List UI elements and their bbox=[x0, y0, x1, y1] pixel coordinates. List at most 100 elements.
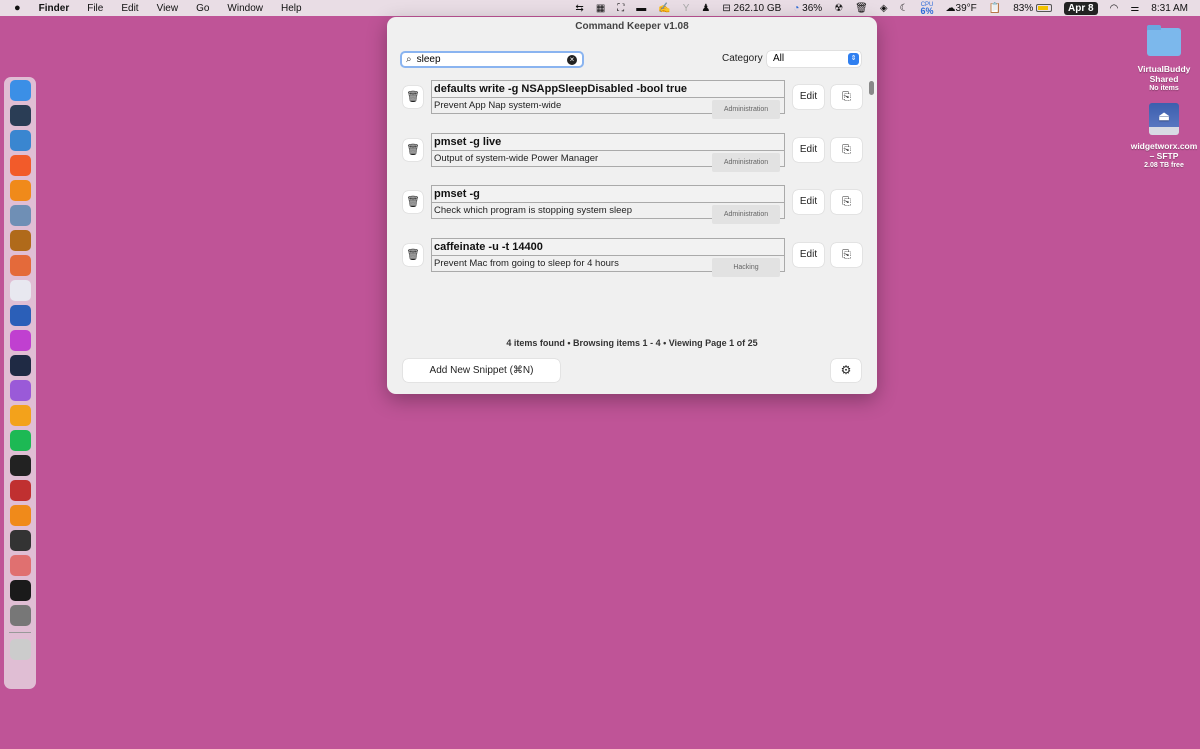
moon-icon[interactable]: ☾ bbox=[900, 3, 909, 14]
trash-icon[interactable]: 🗑 bbox=[855, 3, 868, 14]
dock-app-icon[interactable] bbox=[9, 555, 31, 576]
copy-button[interactable]: ⎘ bbox=[831, 85, 862, 109]
dock-app-icon[interactable] bbox=[9, 105, 31, 126]
menu-app-name[interactable]: Finder bbox=[39, 3, 70, 14]
dock-app-icon[interactable] bbox=[9, 155, 31, 176]
delete-button[interactable]: 🗑 bbox=[403, 138, 423, 161]
edit-button[interactable]: Edit bbox=[793, 85, 824, 109]
menu-edit[interactable]: Edit bbox=[121, 3, 138, 14]
add-snippet-button[interactable]: Add New Snippet (⌘N) bbox=[403, 359, 560, 382]
dock-app-icon[interactable] bbox=[9, 430, 31, 451]
cpu-status[interactable]: CPU 6% bbox=[921, 2, 934, 16]
copy-button[interactable]: ⎘ bbox=[831, 137, 862, 162]
dock-app-icon[interactable] bbox=[9, 80, 31, 101]
dock-app-icon[interactable] bbox=[9, 280, 31, 301]
weather-status[interactable]: ☁39°F bbox=[946, 3, 977, 14]
snippet-command[interactable]: pmset -g bbox=[432, 186, 784, 203]
dock-app-icon[interactable] bbox=[9, 230, 31, 251]
signature-icon[interactable]: ✍ bbox=[658, 3, 670, 14]
trash-icon: 🗑 bbox=[406, 91, 420, 103]
trash-icon: 🗑 bbox=[406, 248, 420, 261]
calendar-icon[interactable]: ▦ bbox=[596, 3, 605, 14]
dock-app-icon[interactable] bbox=[9, 330, 31, 351]
snippet-description: Prevent Mac from going to sleep for 4 ho… bbox=[434, 257, 619, 269]
trash-dock-icon[interactable] bbox=[9, 639, 31, 660]
sync-icon[interactable]: ⇆ bbox=[575, 3, 583, 14]
dock-app-icon[interactable] bbox=[9, 605, 31, 626]
dock-app-icon[interactable] bbox=[9, 180, 31, 201]
clear-search-icon[interactable]: × bbox=[567, 55, 577, 65]
dock bbox=[4, 77, 36, 689]
menu-bar: ● Finder File Edit View Go Window Help ⇆… bbox=[0, 0, 1200, 16]
snippet-row: 🗑 caffeinate -u -t 14400 Prevent Mac fro… bbox=[403, 237, 863, 277]
trash-icon: 🗑 bbox=[406, 143, 420, 156]
chevron-updown-icon: ⇕ bbox=[848, 53, 859, 65]
edit-button[interactable]: Edit bbox=[793, 242, 824, 267]
delete-button[interactable]: 🗑 bbox=[403, 191, 423, 213]
menu-go[interactable]: Go bbox=[196, 3, 209, 14]
dock-app-icon[interactable] bbox=[9, 580, 31, 601]
clock[interactable]: 8:31 AM bbox=[1151, 3, 1188, 14]
tea-icon[interactable]: ♟ bbox=[701, 3, 710, 14]
screenshot-icon[interactable]: ⛶ bbox=[617, 3, 624, 14]
dock-app-icon[interactable] bbox=[9, 455, 31, 476]
diamond-icon[interactable]: ◈ bbox=[880, 3, 888, 14]
battery-status[interactable]: 83% bbox=[1013, 3, 1053, 14]
clipboard-icon[interactable]: 📋 bbox=[989, 3, 1001, 14]
desktop-item-sftp-drive[interactable]: ⏏ widgetworx.com – SFTP 2.08 TB free bbox=[1129, 103, 1199, 171]
dock-app-icon[interactable] bbox=[9, 480, 31, 501]
copy-button[interactable]: ⎘ bbox=[831, 242, 862, 267]
radiation-icon[interactable]: ☢ bbox=[834, 3, 843, 14]
dock-app-icon[interactable] bbox=[9, 130, 31, 151]
menu-window[interactable]: Window bbox=[227, 3, 263, 14]
apple-menu-icon[interactable]: ● bbox=[14, 2, 21, 14]
snippet-command[interactable]: defaults write -g NSAppSleepDisabled -bo… bbox=[432, 81, 784, 98]
copy-button[interactable]: ⎘ bbox=[831, 190, 862, 214]
menu-help[interactable]: Help bbox=[281, 3, 302, 14]
dock-app-icon[interactable] bbox=[9, 405, 31, 426]
menu-view[interactable]: View bbox=[157, 3, 179, 14]
desktop-item-info: No items bbox=[1149, 85, 1179, 92]
date-badge[interactable]: Apr 8 bbox=[1064, 1, 1098, 15]
dock-app-icon[interactable] bbox=[9, 305, 31, 326]
trash-icon: 🗑 bbox=[406, 196, 420, 208]
delete-button[interactable]: 🗑 bbox=[403, 243, 423, 266]
edit-button[interactable]: Edit bbox=[793, 137, 824, 162]
category-select[interactable]: All ⇕ bbox=[767, 51, 861, 67]
dock-app-icon[interactable] bbox=[9, 355, 31, 376]
snippet-row: 🗑 defaults write -g NSAppSleepDisabled -… bbox=[403, 80, 863, 119]
search-input[interactable]: ⌕ sleep × bbox=[400, 51, 584, 68]
category-label: Category bbox=[722, 53, 763, 64]
snippet-box: pmset -g Check which program is stopping… bbox=[431, 185, 785, 224]
category-tag: Administration bbox=[712, 205, 780, 224]
control-center-icon[interactable]: ⚌ bbox=[1130, 3, 1139, 14]
delete-button[interactable]: 🗑 bbox=[403, 86, 423, 108]
folder-icon bbox=[1147, 25, 1181, 56]
copy-icon: ⎘ bbox=[842, 91, 851, 103]
category-tag: Administration bbox=[712, 152, 780, 172]
results-status: 4 items found • Browsing items 1 - 4 • V… bbox=[506, 338, 758, 348]
dock-app-icon[interactable] bbox=[9, 380, 31, 401]
category-tag: Administration bbox=[712, 100, 780, 119]
snippet-command[interactable]: caffeinate -u -t 14400 bbox=[432, 238, 784, 256]
dock-app-icon[interactable] bbox=[9, 255, 31, 276]
dock-app-icon[interactable] bbox=[9, 530, 31, 551]
menu-file[interactable]: File bbox=[87, 3, 103, 14]
drive-icon[interactable]: ▬ bbox=[636, 3, 646, 14]
dock-app-icon[interactable] bbox=[9, 205, 31, 226]
desktop-item-folder[interactable]: VirtualBuddy Shared No items bbox=[1129, 25, 1199, 94]
settings-button[interactable]: ⚙ bbox=[831, 359, 861, 382]
snippet-description: Output of system-wide Power Manager bbox=[434, 152, 599, 164]
search-value[interactable]: sleep bbox=[417, 54, 441, 65]
command-keeper-window: Command Keeper v1.08 ⌕ sleep × Category … bbox=[387, 17, 877, 394]
wifi-icon[interactable]: ◠ bbox=[1110, 3, 1119, 14]
tool-icon[interactable]: Y bbox=[683, 3, 690, 14]
snippet-command[interactable]: pmset -g live bbox=[432, 133, 784, 151]
disk-status[interactable]: ⊟ 262.10 GB bbox=[722, 3, 781, 14]
edit-button[interactable]: Edit bbox=[793, 190, 824, 214]
snippet-box: caffeinate -u -t 14400 Prevent Mac from … bbox=[431, 237, 785, 277]
scrollbar[interactable] bbox=[869, 81, 874, 95]
snippet-row: 🗑 pmset -g Check which program is stoppi… bbox=[403, 185, 863, 224]
progress-status[interactable]: ◔ 36% bbox=[793, 3, 822, 14]
dock-app-icon[interactable] bbox=[9, 505, 31, 526]
